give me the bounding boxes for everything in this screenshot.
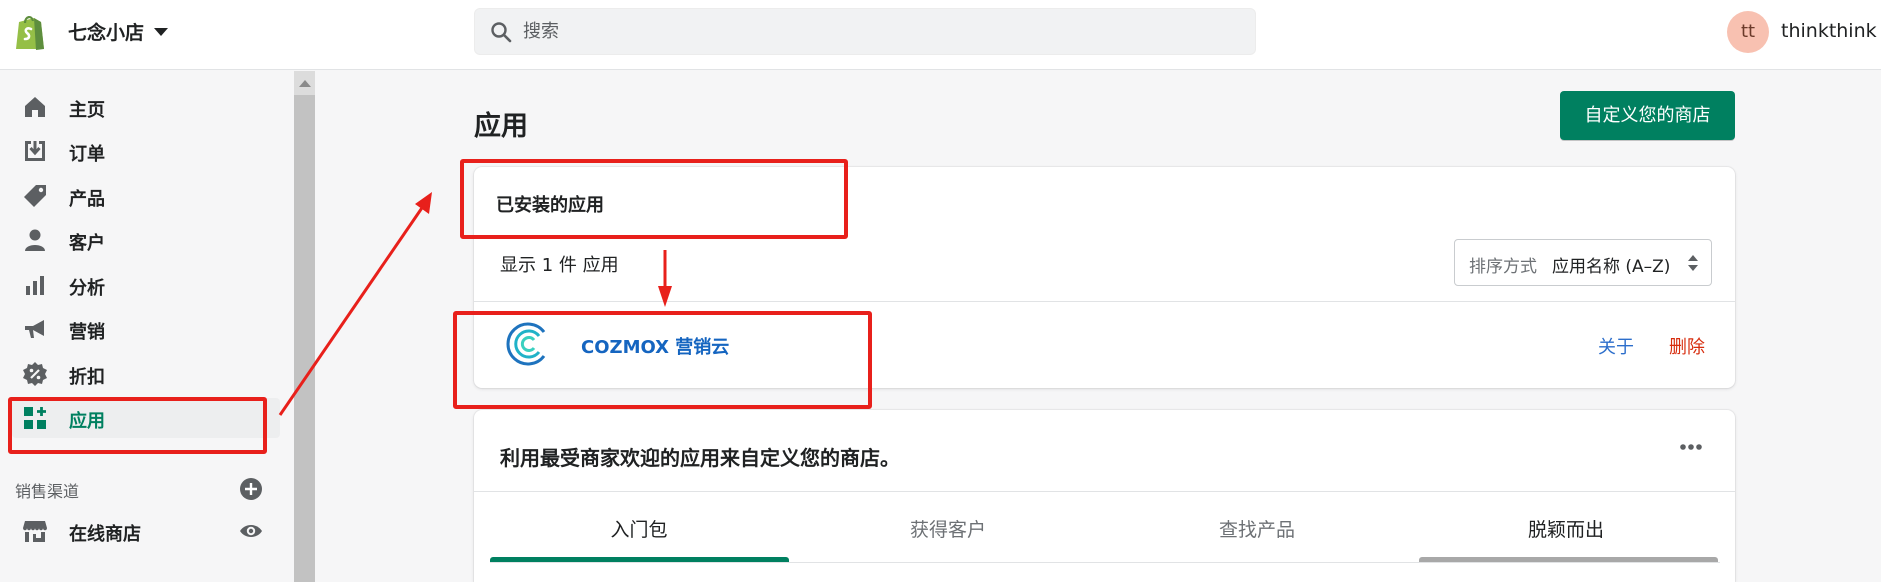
sidebar-item-label: 在线商店 [69,524,141,545]
delete-link[interactable]: 删除 [1669,333,1705,359]
sort-value: 应用名称 (A–Z) [1552,257,1671,277]
avatar[interactable]: tt [1727,11,1769,53]
discount-icon [23,362,47,386]
sidebar-item-orders[interactable]: 订单 [12,131,280,171]
sort-select[interactable]: 排序方式 应用名称 (A–Z) [1454,239,1712,286]
sidebar-item-label: 产品 [69,189,105,210]
more-options-icon[interactable] [1674,436,1708,458]
sidebar-item-label: 订单 [69,144,105,165]
recommended-apps-title: 利用最受商家欢迎的应用来自定义您的商店。 [500,446,900,470]
sidebar-item-products[interactable]: 产品 [12,176,280,216]
add-channel-icon[interactable] [240,478,262,500]
store-name[interactable]: 七念小店 [68,18,144,45]
tab-stand-out[interactable]: 脱颖而出 [1417,515,1715,542]
search-icon [491,22,512,43]
select-arrows-icon [1688,255,1698,271]
search-bar[interactable] [474,8,1256,55]
sidebar-item-label: 折扣 [69,367,105,388]
customize-store-button[interactable]: 自定义您的商店 [1560,91,1735,140]
search-input[interactable] [523,9,1223,54]
annotation-arrow-head [415,192,432,214]
shopify-logo-icon[interactable] [12,12,48,52]
sort-label: 排序方式 [1469,257,1537,277]
store-caret-icon[interactable] [154,28,168,36]
store-icon [23,521,47,542]
tab-starter-pack[interactable]: 入门包 [490,515,788,542]
sidebar-item-label: 分析 [69,278,105,299]
sidebar-item-discounts[interactable]: 折扣 [12,354,280,394]
annotation-box-apps-nav [8,397,267,454]
annotation-box-installed-title [460,159,848,239]
home-icon [25,97,45,117]
divider [490,562,1720,563]
page-title: 应用 [474,111,528,142]
sidebar-item-home[interactable]: 主页 [12,87,280,127]
sidebar-item-label: 主页 [69,100,105,121]
sidebar-item-label: 营销 [69,322,105,343]
sidebar-item-customers[interactable]: 客户 [12,220,280,260]
sidebar-item-label: 客户 [69,233,105,254]
scroll-up-arrow-icon[interactable] [299,80,311,87]
annotation-box-app-row [453,311,872,409]
bar-chart-icon [26,276,44,295]
megaphone-icon [25,320,44,338]
sidebar-scrollbar-thumb[interactable] [294,95,315,582]
divider [474,301,1735,302]
about-link[interactable]: 关于 [1598,333,1634,359]
recommended-apps-card: 利用最受商家欢迎的应用来自定义您的商店。 入门包 获得客户 查找产品 脱颖而出 [474,410,1735,582]
sidebar-item-marketing[interactable]: 营销 [12,309,280,349]
app-count-text: 显示 1 件 应用 [500,255,619,276]
tab-get-customers[interactable]: 获得客户 [799,515,1097,542]
orders-icon [25,141,45,161]
tab-find-products[interactable]: 查找产品 [1108,515,1406,542]
divider [474,491,1735,492]
tag-icon [24,185,46,207]
eye-icon[interactable] [239,521,263,541]
sales-channels-heading: 销售渠道 [15,482,80,501]
person-icon [25,229,45,251]
top-bar: 七念小店 tt thinkthink [0,0,1881,70]
sidebar-item-analytics[interactable]: 分析 [12,265,280,305]
username[interactable]: thinkthink [1781,20,1877,42]
